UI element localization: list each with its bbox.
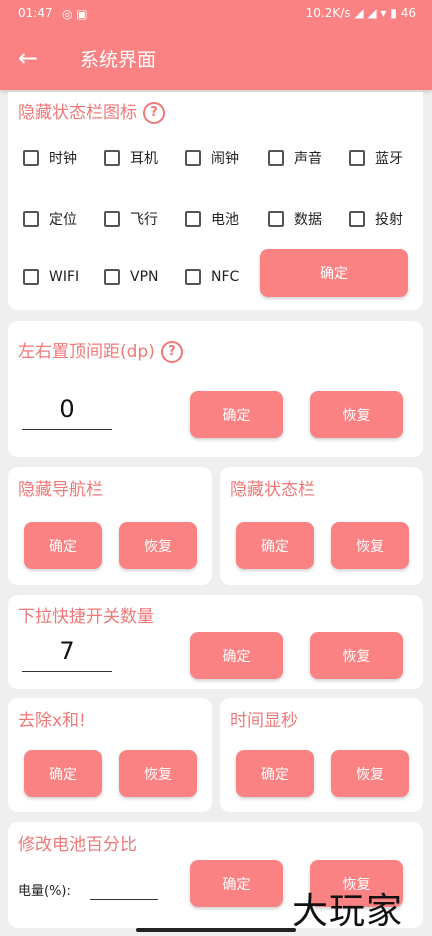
quick-toggles-confirm-button[interactable]: 确定 [190, 632, 283, 679]
checkbox-label: NFC [211, 269, 240, 285]
checkbox-label: 飞行 [130, 212, 158, 228]
checkbox-item[interactable]: 声音 [268, 148, 322, 168]
checkbox-label: 投射 [375, 212, 403, 228]
checkbox-item[interactable]: 投射 [349, 209, 403, 229]
checkbox-box[interactable] [23, 269, 39, 285]
top-spacing-card: 左右置顶间距(dp)? 0 确定 恢复 [8, 321, 423, 457]
top-spacing-title-text: 左右置顶间距(dp) [18, 342, 155, 362]
top-spacing-confirm-button[interactable]: 确定 [190, 391, 283, 438]
checkbox-box[interactable] [349, 211, 365, 227]
checkbox-label: 闹钟 [211, 151, 239, 167]
checkbox-box[interactable] [23, 150, 39, 166]
quick-toggles-title: 下拉快捷开关数量 [18, 607, 154, 627]
battery-percent-confirm-button[interactable]: 确定 [190, 860, 283, 907]
checkbox-box[interactable] [104, 211, 120, 227]
checkbox-item[interactable]: NFC [185, 269, 239, 285]
help-icon[interactable]: ? [143, 102, 165, 124]
battery-percent-title: 修改电池百分比 [18, 835, 137, 855]
net-speed: 10.2K/s [305, 6, 351, 20]
hide-status-confirm-button[interactable]: 确定 [236, 522, 314, 569]
toolbar: ← 系统界面 [0, 28, 432, 90]
checkbox-box[interactable] [104, 150, 120, 166]
notification-icons: ◎ ▣ [62, 7, 88, 21]
top-spacing-title: 左右置顶间距(dp)? [18, 337, 183, 363]
remove-x-restore-button[interactable]: 恢复 [119, 750, 197, 797]
page-title: 系统界面 [80, 49, 157, 71]
checkbox-box[interactable] [268, 150, 284, 166]
hide-icons-title: 隐藏状态栏图标? [18, 98, 165, 124]
show-seconds-title: 时间显秒 [230, 711, 298, 731]
checkbox-item[interactable]: 电池 [185, 209, 239, 229]
checkbox-box[interactable] [349, 150, 365, 166]
quick-toggles-input[interactable]: 7 [22, 637, 112, 672]
battery-percent-label: 电量(%): [18, 884, 71, 899]
checkbox-label: VPN [130, 269, 159, 285]
hide-nav-title: 隐藏导航栏 [18, 480, 103, 500]
checkbox-item[interactable]: 数据 [268, 209, 322, 229]
remove-x-title: 去除x和! [18, 711, 86, 731]
hide-nav-confirm-button[interactable]: 确定 [24, 522, 102, 569]
remove-x-card: 去除x和! 确定 恢复 [8, 698, 212, 812]
battery-level: 46 [400, 6, 416, 20]
checkbox-label: 定位 [49, 212, 77, 228]
show-seconds-restore-button[interactable]: 恢复 [331, 750, 409, 797]
quick-toggles-restore-button[interactable]: 恢复 [310, 632, 403, 679]
show-seconds-confirm-button[interactable]: 确定 [236, 750, 314, 797]
checkbox-label: 数据 [294, 212, 322, 228]
hide-icons-confirm-button[interactable]: 确定 [260, 249, 408, 297]
battery-icon: ▮ [390, 6, 397, 20]
checkbox-item[interactable]: WIFI [23, 269, 79, 285]
hide-nav-card: 隐藏导航栏 确定 恢复 [8, 467, 212, 585]
checkbox-item[interactable]: 蓝牙 [349, 148, 403, 168]
top-spacing-restore-button[interactable]: 恢复 [310, 391, 403, 438]
gesture-nav-bar[interactable] [136, 928, 296, 932]
checkbox-label: 蓝牙 [375, 151, 403, 167]
hide-nav-restore-button[interactable]: 恢复 [119, 522, 197, 569]
status-time: 01:47 [18, 6, 53, 20]
checkbox-item[interactable]: 闹钟 [185, 148, 239, 168]
checkbox-label: 时钟 [49, 151, 77, 167]
help-icon[interactable]: ? [160, 341, 183, 363]
checkbox-label: 耳机 [130, 151, 158, 167]
hide-icons-card: 隐藏状态栏图标? 确定 时钟 耳机 闹钟 声音 蓝牙定位 飞行 电池 数据 投射 WIFI VPN N… [8, 92, 423, 310]
hide-status-title: 隐藏状态栏 [230, 480, 315, 500]
show-seconds-card: 时间显秒 确定 恢复 [220, 698, 423, 812]
checkbox-box[interactable] [104, 269, 120, 285]
checkbox-box[interactable] [23, 211, 39, 227]
checkbox-item[interactable]: 飞行 [104, 209, 158, 229]
checkbox-box[interactable] [185, 269, 201, 285]
checkbox-label: WIFI [49, 269, 80, 285]
top-spacing-input[interactable]: 0 [22, 395, 112, 430]
arrow-left-icon[interactable]: ← [18, 43, 44, 73]
hide-icons-title-text: 隐藏状态栏图标 [18, 103, 137, 123]
checkbox-item[interactable]: 时钟 [23, 148, 77, 168]
checkbox-item[interactable]: VPN [104, 269, 159, 285]
quick-toggles-card: 下拉快捷开关数量 7 确定 恢复 [8, 595, 423, 689]
checkbox-label: 电池 [211, 212, 239, 228]
watermark: 大玩家 [292, 891, 404, 932]
hide-status-card: 隐藏状态栏 确定 恢复 [220, 467, 423, 585]
checkbox-item[interactable]: 耳机 [104, 148, 158, 168]
checkbox-box[interactable] [268, 211, 284, 227]
status-bar: 01:47 ◎ ▣ 10.2K/s ◢ ◢ ▾ ▮ 46 [0, 0, 432, 28]
hide-status-restore-button[interactable]: 恢复 [331, 522, 409, 569]
checkbox-box[interactable] [185, 211, 201, 227]
checkbox-item[interactable]: 定位 [23, 209, 77, 229]
checkbox-box[interactable] [185, 150, 201, 166]
checkbox-label: 声音 [294, 151, 322, 167]
remove-x-confirm-button[interactable]: 确定 [24, 750, 102, 797]
battery-percent-input[interactable] [90, 877, 158, 900]
status-right: 10.2K/s ◢ ◢ ▾ ▮ 46 [306, 6, 416, 20]
signal-icon: ◢ ◢ ▾ [354, 6, 391, 20]
